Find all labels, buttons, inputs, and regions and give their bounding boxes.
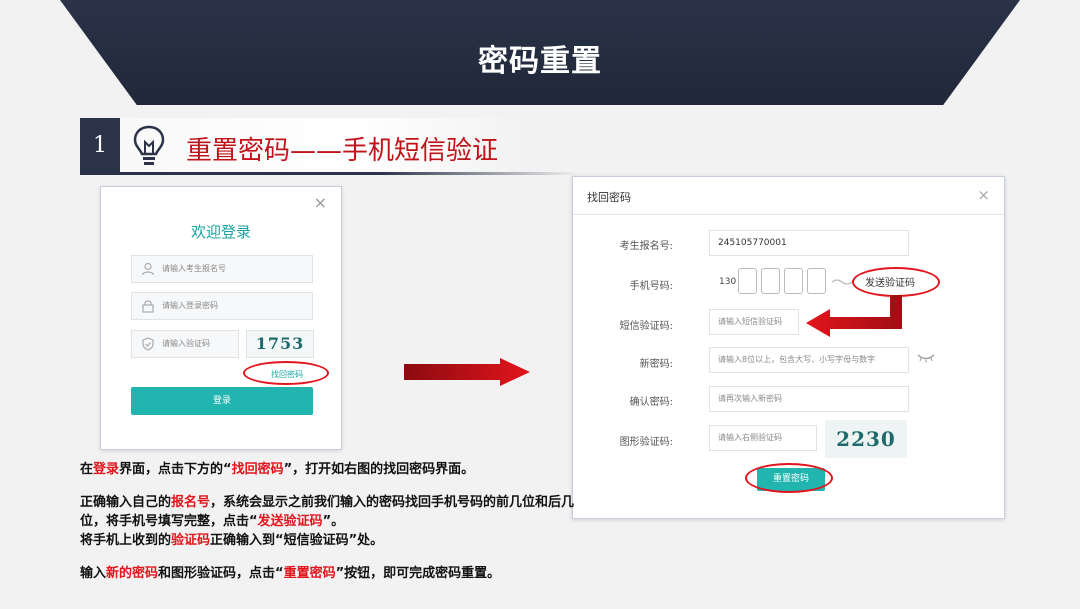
exam-id-placeholder: 请输入考生报名号 [162, 264, 226, 273]
login-dialog: × 欢迎登录 请输入考生报名号 请输入登录密码 请输入验证码 1753 找回密码… [100, 186, 342, 450]
phone-label: 手机号码: [629, 281, 673, 292]
highlight-oval [243, 361, 329, 385]
phone-prefix: 130 [719, 277, 737, 287]
image-code-input[interactable]: 请输入右侧验证码 [709, 425, 817, 451]
phone-digit-box[interactable] [761, 268, 780, 294]
captcha-image[interactable]: 1753 [246, 330, 314, 358]
instruction-paragraph: 在登录界面，点击下方的“找回密码”，打开如右图的找回密码界面。 [80, 462, 475, 477]
image-code-label: 图形验证码: [619, 437, 673, 448]
instruction-paragraph: 将手机上收到的验证码正确输入到“短信验证码”处。 [80, 533, 384, 548]
highlight-oval [852, 267, 940, 297]
eye-closed-icon[interactable] [917, 353, 935, 363]
sms-code-label: 短信验证码: [619, 321, 673, 332]
exam-id-field[interactable]: 245105770001 [709, 230, 909, 256]
login-button[interactable]: 登录 [131, 387, 313, 415]
sms-code-input[interactable]: 请输入短信验证码 [709, 309, 799, 335]
slide-title: 密码重置 [478, 44, 602, 79]
login-title: 欢迎登录 [190, 223, 251, 241]
arrow-right-icon [404, 358, 530, 386]
instructions: 在登录界面，点击下方的“找回密码”，打开如右图的找回密码界面。 正确输入自己的报… [80, 460, 600, 597]
exam-id-label: 考生报名号: [619, 241, 673, 252]
password-input[interactable]: 请输入登录密码 [131, 292, 313, 320]
lightbulb-icon [133, 125, 165, 165]
confirm-password-label: 确认密码: [629, 397, 673, 408]
confirm-password-input[interactable]: 请再次输入新密码 [709, 386, 909, 412]
phone-digit-box[interactable] [738, 268, 757, 294]
dialog-header: 找回密码 × [573, 177, 1004, 215]
instruction-paragraph: 输入新的密码和图形验证码，点击“重置密码”按钮，即可完成密码重置。 [80, 566, 501, 581]
login-close-icon[interactable]: × [314, 193, 327, 212]
new-password-input[interactable]: 请输入8位以上，包含大写、小写字母与数字 [709, 347, 909, 373]
highlight-oval [745, 463, 833, 493]
captcha-placeholder: 请输入验证码 [162, 339, 210, 348]
password-placeholder: 请输入登录密码 [162, 301, 218, 310]
instruction-paragraph: 正确输入自己的报名号，系统会显示之前我们输入的密码找回手机号码的前几位和后几位，… [80, 495, 575, 529]
captcha-input[interactable]: 请输入验证码 [131, 330, 239, 358]
phone-digit-box[interactable] [784, 268, 803, 294]
dialog-close-icon[interactable]: × [977, 186, 990, 204]
user-icon [141, 262, 155, 276]
find-password-dialog: 找回密码 × 考生报名号: 245105770001 手机号码: 130 发送验… [572, 176, 1005, 519]
step-number: 1 [80, 118, 120, 174]
step-underline [80, 172, 580, 175]
lock-icon [142, 300, 154, 313]
dialog-title: 找回密码 [587, 191, 631, 204]
step-title: 重置密码——手机短信验证 [186, 136, 499, 166]
phone-digit-box[interactable] [807, 268, 826, 294]
new-password-label: 新密码: [639, 359, 673, 370]
dots-icon [831, 279, 853, 285]
captcha-image[interactable]: 2230 [825, 420, 907, 458]
shield-icon [142, 337, 154, 351]
slide-header-banner: 密码重置 [60, 0, 1020, 105]
exam-id-input[interactable]: 请输入考生报名号 [131, 255, 313, 283]
